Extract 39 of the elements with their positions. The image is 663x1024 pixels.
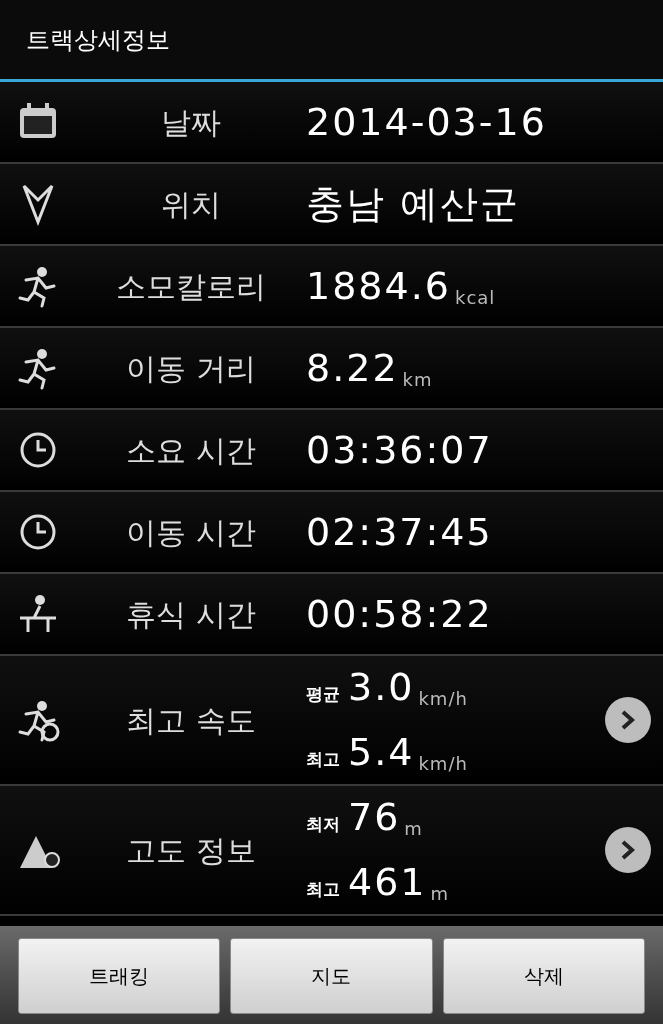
chevron-right-icon — [619, 709, 637, 731]
action-button[interactable]: 삭제 — [442, 938, 645, 1014]
field-value: 5.4 — [348, 729, 415, 776]
field-label: 날짜 — [160, 103, 222, 142]
field-value: 461 — [348, 859, 427, 906]
field-value: 3.0 — [348, 664, 415, 711]
value-prefix: 최저 — [306, 813, 340, 836]
action-button[interactable]: 지도 — [230, 938, 433, 1014]
unit-label: m — [404, 817, 423, 841]
unit-label: m — [430, 882, 450, 906]
window-title: 트랙상세정보 — [26, 24, 170, 56]
field-value: 8.22 — [306, 344, 399, 392]
cyclist-icon — [16, 698, 60, 742]
field-label: 소모칼로리 — [115, 267, 267, 306]
field-value: 02:37:45 — [306, 508, 493, 556]
field-value: 2014-03-16 — [306, 98, 547, 146]
field-label: 휴식 시간 — [125, 595, 257, 634]
field-label: 위치 — [160, 185, 222, 224]
field-label: 소요 시간 — [125, 431, 257, 470]
field-label: 이동 거리 — [125, 349, 257, 388]
chevron-right-icon — [619, 839, 637, 861]
value-prefix: 최고 — [306, 878, 340, 901]
field-value: 충남 예산군 — [306, 180, 521, 228]
field-value: 03:36:07 — [306, 426, 493, 474]
field-value: 1884.6 — [306, 262, 451, 310]
field-label: 고도 정보 — [125, 831, 257, 870]
unit-label: km — [402, 367, 433, 392]
value-prefix: 최고 — [306, 748, 340, 771]
detail-button[interactable] — [605, 697, 651, 743]
value-prefix: 평균 — [306, 683, 340, 706]
detail-button[interactable] — [605, 827, 651, 873]
field-label: 이동 시간 — [125, 513, 257, 552]
unit-label: km/h — [418, 687, 468, 711]
field-value: 00:58:22 — [306, 590, 493, 638]
unit-label: km/h — [418, 752, 468, 776]
unit-label: kcal — [454, 285, 496, 310]
field-label: 최고 속도 — [125, 701, 257, 740]
field-value: 76 — [348, 794, 401, 841]
action-button[interactable]: 트래킹 — [18, 938, 221, 1014]
